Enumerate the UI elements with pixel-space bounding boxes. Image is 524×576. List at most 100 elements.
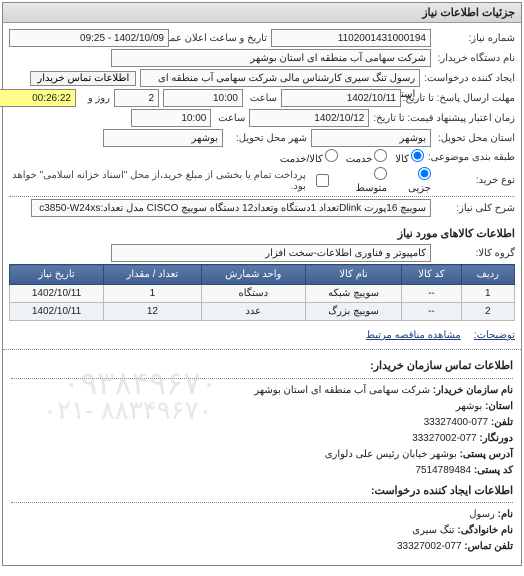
c-state-label: استان: (485, 401, 513, 412)
time-label-2: ساعت (215, 113, 245, 124)
buy-type-label: نوع خرید: (435, 175, 515, 186)
cell-code: -- (402, 303, 461, 321)
delivery-city-value: بوشهر (103, 129, 223, 147)
buy-type-minor-text: جزیی (408, 183, 431, 194)
c-phone-label: تلفن: (491, 417, 513, 428)
treasury-check-wrap: پرداخت تمام یا بخشی از مبلغ خرید،از محل … (9, 170, 329, 192)
req-no-label: شماره نیاز: (435, 33, 515, 44)
buy-type-radios: جزیی متوسط (343, 167, 431, 194)
stance-service-radio[interactable] (374, 149, 387, 162)
details-panel: جزئیات اطلاعات نیاز شماره نیاز: 11020014… (2, 2, 522, 566)
c-fax-label: دورنگار: (479, 433, 513, 444)
stance-radios: کالا خدمت کالا/خدمت (280, 149, 424, 165)
th-date: تاریخ نیاز (10, 265, 104, 285)
cell-unit: دستگاه (201, 285, 305, 303)
stance-both-option[interactable]: کالا/خدمت (280, 149, 338, 165)
delivery-state-value: بوشهر (311, 129, 431, 147)
creator-value: رسول تنگ سیری کارشناس مالی شرکت سهامی آب… (140, 69, 420, 87)
contact-heading: اطلاعات تماس سازمان خریدار: (11, 358, 513, 379)
c-org-label: نام سازمان خریدار: (433, 385, 513, 396)
c-addr: بوشهر خیابان رئیس علی دلواری (325, 449, 457, 460)
watermark-sub: ۸۸۳۴۹۶۷۰ -۰۲۱ (43, 390, 213, 432)
treasury-checkbox[interactable] (316, 174, 329, 187)
deadline-send-date: 1402/10/11 (281, 89, 401, 107)
public-time-value: 1402/10/09 - 09:25 (9, 29, 169, 47)
stance-service-option[interactable]: خدمت (346, 149, 388, 165)
group-label: گروه کالا: (435, 248, 515, 259)
c-addr-label: آدرس پستی: (460, 449, 513, 460)
price-valid-label: زمان اعتبار پیشنهاد قیمت: تا تاریخ: (373, 113, 515, 124)
separator-2 (3, 349, 521, 350)
stance-service-text: خدمت (346, 154, 373, 165)
buy-type-minor-radio[interactable] (418, 167, 431, 180)
table-header-row: ردیف کد کالا نام کالا واحد شمارش تعداد /… (10, 265, 515, 285)
public-time-label: تاریخ و ساعت اعلان عمومی: (173, 33, 267, 44)
th-qty: تعداد / مقدار (104, 265, 202, 285)
stance-label: طبقه بندی موضوعی: (428, 152, 515, 163)
remaining-time: 00:26:22 (0, 89, 76, 107)
cell-date: 1402/10/11 (10, 303, 104, 321)
c2-family: تنگ سیری (412, 525, 454, 536)
subject-value: سوییچ 16پورت Dlinkتعداد 1دستگاه وتعداد12… (31, 199, 431, 217)
panel-title: جزئیات اطلاعات نیاز (3, 3, 521, 23)
c2-name-label: نام: (498, 509, 513, 520)
c2-phone-label: تلفن تماس: (464, 541, 513, 552)
deadline-send-label: مهلت ارسال پاسخ: تا تاریخ: (405, 93, 515, 104)
buy-type-medium-option[interactable]: متوسط (343, 167, 387, 194)
price-valid-date: 1402/10/12 (249, 109, 369, 127)
specs-link[interactable]: توضیحات: (474, 330, 515, 341)
th-name: نام کالا (305, 265, 401, 285)
buy-type-medium-radio[interactable] (374, 167, 387, 180)
deadline-send-time: 10:00 (163, 89, 243, 107)
c2-name: رسول (469, 509, 495, 520)
c2-phone: 077-33327002 (397, 541, 462, 552)
days-label: روز و (80, 93, 110, 104)
c-org: شرکت سهامی آب منطقه ای استان بوشهر (254, 385, 430, 396)
cell-name: سوییچ بزرگ (305, 303, 401, 321)
req-no-value: 1102001431000194 (271, 29, 431, 47)
treasury-note: پرداخت تمام یا بخشی از مبلغ خرید،از محل … (9, 170, 306, 192)
delivery-state-label: استان محل تحویل: (435, 133, 515, 144)
items-table: ردیف کد کالا نام کالا واحد شمارش تعداد /… (9, 264, 515, 321)
stance-goods-option[interactable]: کالا (395, 149, 424, 165)
price-valid-time: 10:00 (131, 109, 211, 127)
stance-both-radio[interactable] (325, 149, 338, 162)
th-code: کد کالا (402, 265, 461, 285)
cell-code: -- (402, 285, 461, 303)
cell-qty: 1 (104, 285, 202, 303)
th-unit: واحد شمارش (201, 265, 305, 285)
contact-block: اطلاعات تماس سازمان خریدار: نام سازمان خ… (3, 352, 521, 565)
table-row: 1 -- سوییچ شبکه دستگاه 1 1402/10/11 (10, 285, 515, 303)
cell-qty: 12 (104, 303, 202, 321)
cell-date: 1402/10/11 (10, 285, 104, 303)
c-phone: 077-33327400 (424, 417, 489, 428)
items-heading: اطلاعات کالاهای مورد نیاز (3, 223, 521, 242)
c2-family-label: نام خانوادگی: (457, 525, 513, 536)
delivery-city-label: شهر محل تحویل: (227, 133, 307, 144)
buyer-contact-button[interactable]: اطلاعات تماس خریدار (30, 71, 136, 86)
th-row: ردیف (461, 265, 514, 285)
cell-unit: عدد (201, 303, 305, 321)
cell-name: سوییچ شبکه (305, 285, 401, 303)
buy-type-medium-text: متوسط (356, 183, 387, 194)
c-zip: 7514789484 (415, 465, 471, 476)
c-fax: 077-33327002 (412, 433, 477, 444)
cell-row: 1 (461, 285, 514, 303)
subject-label: شرح کلی نیاز: (435, 203, 515, 214)
c-zip-label: کد پستی: (474, 465, 513, 476)
group-value: کامپیوتر و فناوری اطلاعات-سخت افزار (111, 244, 431, 262)
table-row: 2 -- سوییچ بزرگ عدد 12 1402/10/11 (10, 303, 515, 321)
creator-label: ایجاد کننده درخواست: (424, 73, 515, 84)
remaining-days: 2 (114, 89, 159, 107)
contact2-heading: اطلاعات ایجاد کننده درخواست: (11, 483, 513, 504)
buyer-org-value: شرکت سهامی آب منطقه ای استان بوشهر (111, 49, 431, 67)
time-label-1: ساعت (247, 93, 277, 104)
stance-goods-radio[interactable] (411, 149, 424, 162)
buy-type-minor-option[interactable]: جزیی (395, 167, 431, 194)
stance-both-text: کالا/خدمت (280, 154, 323, 165)
form-area: شماره نیاز: 1102001431000194 تاریخ و ساع… (3, 23, 521, 223)
cell-row: 2 (461, 303, 514, 321)
related-link[interactable]: مشاهده مناقصه مرتبط (366, 330, 461, 341)
footer-links: توضیحات: مشاهده مناقصه مرتبط (3, 327, 521, 347)
c-state: بوشهر (456, 401, 482, 412)
